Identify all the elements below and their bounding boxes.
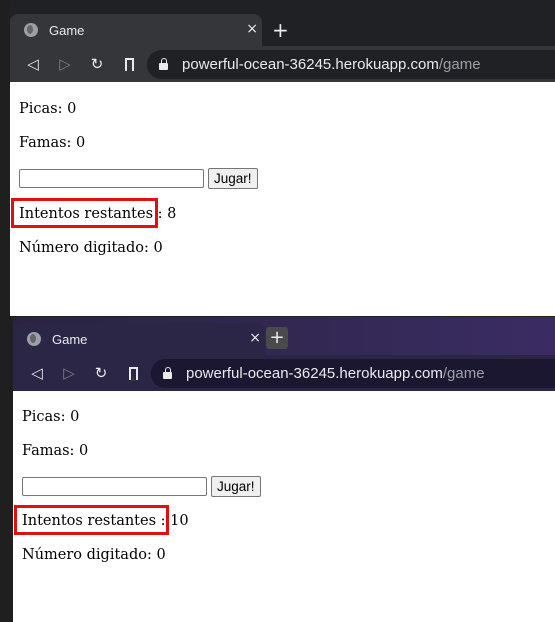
reload-icon[interactable]: ↻: [81, 54, 113, 74]
new-tab-icon[interactable]: +: [272, 20, 289, 40]
reload-icon[interactable]: ↻: [85, 363, 117, 383]
new-tab-icon[interactable]: +: [266, 327, 288, 349]
remaining-attempts-text: Intentos restantes : 8: [19, 206, 177, 222]
url-path: /game: [442, 364, 485, 382]
close-tab-icon[interactable]: ×: [249, 331, 261, 345]
back-icon[interactable]: ◁: [21, 363, 53, 383]
close-tab-icon[interactable]: ×: [246, 22, 258, 36]
browser-window-2: Game × + ◁ ▷ ↻ powerful-ocean-36245.hero…: [13, 317, 555, 622]
address-bar[interactable]: powerful-ocean-36245.herokuapp.com/game: [151, 358, 555, 388]
famas-text: Famas: 0: [19, 135, 86, 151]
address-bar[interactable]: powerful-ocean-36245.herokuapp.com/game: [147, 49, 555, 79]
play-button[interactable]: Jugar!: [208, 168, 258, 189]
toolbar: ◁ ▷ ↻ powerful-ocean-36245.herokuapp.com…: [10, 46, 555, 82]
typed-number-text: Número digitado: 0: [19, 240, 163, 256]
forward-icon[interactable]: ▷: [49, 54, 81, 74]
back-icon[interactable]: ◁: [17, 54, 49, 74]
lock-icon[interactable]: [163, 366, 172, 379]
guess-form: Jugar!: [19, 168, 258, 189]
picas-text: Picas: 0: [19, 101, 77, 117]
play-button[interactable]: Jugar!: [211, 476, 261, 497]
tab-strip: Game × +: [13, 317, 555, 355]
forward-icon[interactable]: ▷: [53, 363, 85, 383]
typed-number-text: Número digitado: 0: [22, 547, 166, 563]
url-host: powerful-ocean-36245.herokuapp.com: [186, 364, 443, 382]
guess-form: Jugar!: [22, 476, 261, 497]
browser-window-1: Game × + ◁ ▷ ↻ powerful-ocean-36245.hero…: [10, 0, 555, 316]
picas-text: Picas: 0: [22, 409, 80, 425]
guess-input[interactable]: [19, 169, 204, 188]
tab-game[interactable]: Game ×: [13, 323, 265, 355]
bookmark-icon[interactable]: [129, 366, 138, 381]
tab-title: Game: [49, 22, 85, 38]
globe-icon: [24, 23, 38, 37]
toolbar: ◁ ▷ ↻ powerful-ocean-36245.herokuapp.com…: [13, 355, 555, 391]
famas-text: Famas: 0: [22, 443, 89, 459]
lock-icon[interactable]: [159, 57, 168, 70]
bookmark-icon[interactable]: [125, 57, 134, 72]
tab-game[interactable]: Game ×: [10, 14, 262, 46]
url-path: /game: [438, 55, 481, 73]
tab-title: Game: [52, 331, 88, 347]
remaining-attempts-text: Intentos restantes : 10: [22, 513, 189, 529]
url-host: powerful-ocean-36245.herokuapp.com: [182, 55, 439, 73]
tab-strip: Game × +: [10, 0, 555, 46]
guess-input[interactable]: [22, 477, 207, 496]
globe-icon: [27, 332, 41, 346]
